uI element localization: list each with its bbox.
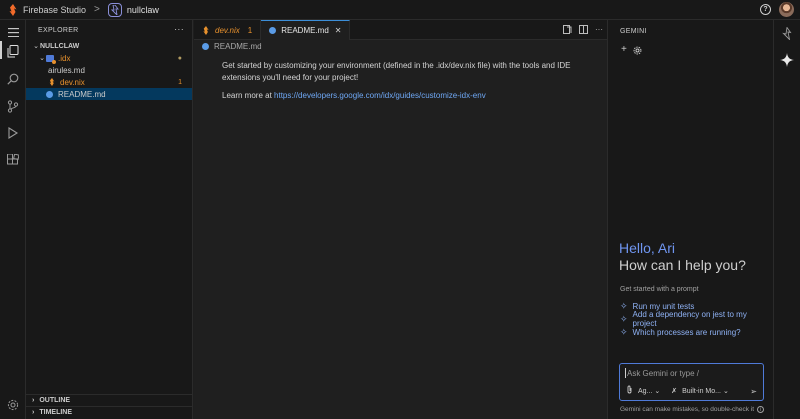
active-indicator <box>0 41 2 59</box>
open-preview-icon[interactable] <box>563 25 572 36</box>
learn-more-prefix: Learn more at <box>222 91 275 100</box>
tab-label: dev.nix <box>215 25 240 35</box>
gemini-chat-input[interactable]: Ask Gemini or type / Ag... ⌄ ✗ Built-in … <box>619 363 764 401</box>
tree-item-label: .idx <box>58 53 71 63</box>
folder-icon <box>46 54 56 64</box>
suggested-prompt[interactable]: ✧ Which processes are running? <box>620 326 741 338</box>
timeline-label: TIMELINE <box>39 409 73 416</box>
chat-input-controls: Ag... ⌄ ✗ Built-in Mo... ⌄ <box>626 385 729 396</box>
editor-area: dev.nix 1 README.md ✕ ··· README.md Get … <box>194 20 607 419</box>
tree-item-idx[interactable]: ⌄ .idx ● <box>26 52 192 64</box>
search-icon[interactable] <box>6 72 20 86</box>
sparkle-icon: ✧ <box>620 326 628 337</box>
nix-file-icon <box>49 78 55 86</box>
firebase-studio-icon[interactable] <box>781 26 793 42</box>
gemini-title: GEMINI <box>620 28 647 35</box>
sparkle-icon: ✧ <box>620 300 628 311</box>
editor-tabs: dev.nix 1 README.md ✕ ··· <box>194 20 607 40</box>
run-debug-icon[interactable] <box>6 126 20 140</box>
brand-name: Firebase Studio <box>23 4 87 15</box>
explorer-icon[interactable] <box>6 44 20 58</box>
source-control-icon[interactable] <box>6 99 20 113</box>
tab-label: README.md <box>281 26 329 35</box>
project-icon <box>107 2 122 17</box>
chat-input-placeholder: Ask Gemini or type / <box>624 368 700 378</box>
modified-badge: ● <box>177 54 182 62</box>
tree-root-label: NULLCLAW <box>40 42 80 50</box>
top-right-controls: ? <box>760 2 794 17</box>
explorer-title: EXPLORER <box>38 26 79 34</box>
chevron-down-icon: ⌄ <box>39 55 45 62</box>
greeting: Hello, Ari <box>619 240 676 256</box>
send-icon[interactable]: ➢ <box>750 387 757 396</box>
disclaimer-text: Gemini can make mistakes, so double-chec… <box>620 406 755 413</box>
suggested-prompt[interactable]: ✧ Add a dependency on jest to my project <box>620 310 773 328</box>
explorer-header: EXPLORER ··· <box>26 20 192 40</box>
prompt-label: Which processes are running? <box>632 327 741 337</box>
tab-devnix[interactable]: dev.nix 1 <box>194 20 262 40</box>
breadcrumb-file[interactable]: README.md <box>214 42 262 51</box>
tree-item-readme[interactable]: README.md <box>26 88 192 100</box>
firebase-flame-icon <box>9 3 17 16</box>
settings-gear-icon[interactable] <box>6 398 20 412</box>
avatar[interactable] <box>779 2 794 17</box>
help-icon[interactable]: ? <box>760 4 771 15</box>
disclaimer: Gemini can make mistakes, so double-chec… <box>620 406 765 413</box>
project-name[interactable]: nullclaw <box>127 5 159 15</box>
title-bar: Firebase Studio > nullclaw ? <box>0 0 800 20</box>
close-icon[interactable]: ✕ <box>335 26 342 35</box>
agent-mode-label: Ag... <box>638 387 653 395</box>
editor-actions: ··· <box>563 25 603 36</box>
activity-bar <box>0 20 26 419</box>
more-actions-icon[interactable]: ··· <box>595 25 603 36</box>
help-question: How can I help you? <box>619 257 746 273</box>
outline-section[interactable]: › OUTLINE <box>26 394 193 406</box>
tree-root[interactable]: ⌄ NULLCLAW <box>26 40 192 52</box>
tab-readme[interactable]: README.md ✕ <box>261 20 351 40</box>
model-label: Built-in Mo... <box>682 387 721 395</box>
tools-icon[interactable]: ✗ <box>671 387 677 395</box>
tab-problem-badge: 1 <box>247 25 253 35</box>
problem-count-badge: 1 <box>178 78 182 86</box>
markdown-file-icon <box>46 90 53 98</box>
split-editor-icon[interactable] <box>579 25 588 36</box>
markdown-file-icon <box>269 27 277 34</box>
readme-paragraph: Get started by customizing your environm… <box>222 61 571 82</box>
sparkle-icon: ✧ <box>620 313 628 324</box>
agent-mode-select[interactable]: Ag... ⌄ <box>638 387 660 395</box>
hamburger-menu-icon[interactable] <box>6 25 20 39</box>
gear-icon[interactable] <box>633 44 642 58</box>
more-actions-icon[interactable]: ··· <box>174 24 184 34</box>
gemini-sparkle-icon[interactable] <box>780 53 794 69</box>
chevron-right-icon: › <box>32 409 35 416</box>
readme-content: Get started by customizing your environm… <box>194 52 607 102</box>
breadcrumb-separator: > <box>94 4 100 15</box>
get-started-label: Get started with a prompt <box>620 286 699 293</box>
docs-link[interactable]: https://developers.google.com/idx/guides… <box>274 91 486 100</box>
tree-item-airules[interactable]: airules.md <box>26 64 192 76</box>
breadcrumb: README.md <box>194 40 607 52</box>
explorer-sidebar: EXPLORER ··· ⌄ NULLCLAW ⌄ .idx ● airules… <box>26 20 193 419</box>
model-select[interactable]: Built-in Mo... ⌄ <box>682 387 729 395</box>
learn-more-line: Learn more at https://developers.google.… <box>222 90 597 102</box>
timeline-section[interactable]: › TIMELINE <box>26 406 193 418</box>
tree-item-devnix[interactable]: dev.nix 1 <box>26 76 192 88</box>
chevron-right-icon: › <box>32 397 35 404</box>
extensions-icon[interactable] <box>6 153 20 167</box>
tree-item-label: README.md <box>58 89 106 99</box>
gemini-panel: GEMINI + Hello, Ari How can I help you? … <box>607 20 773 419</box>
outline-label: OUTLINE <box>39 397 71 404</box>
info-icon[interactable]: i <box>757 406 765 413</box>
new-chat-icon[interactable]: + <box>621 44 627 58</box>
nix-file-icon <box>203 25 209 35</box>
brand[interactable]: Firebase Studio <box>8 3 87 16</box>
tree-item-label: dev.nix <box>60 77 85 87</box>
right-activity-bar <box>773 20 800 419</box>
markdown-file-icon <box>202 42 209 50</box>
tree-item-label: airules.md <box>48 65 85 75</box>
attach-icon[interactable] <box>626 385 633 396</box>
gemini-toolbar: + <box>621 44 642 58</box>
chevron-down-icon: ⌄ <box>33 43 39 50</box>
